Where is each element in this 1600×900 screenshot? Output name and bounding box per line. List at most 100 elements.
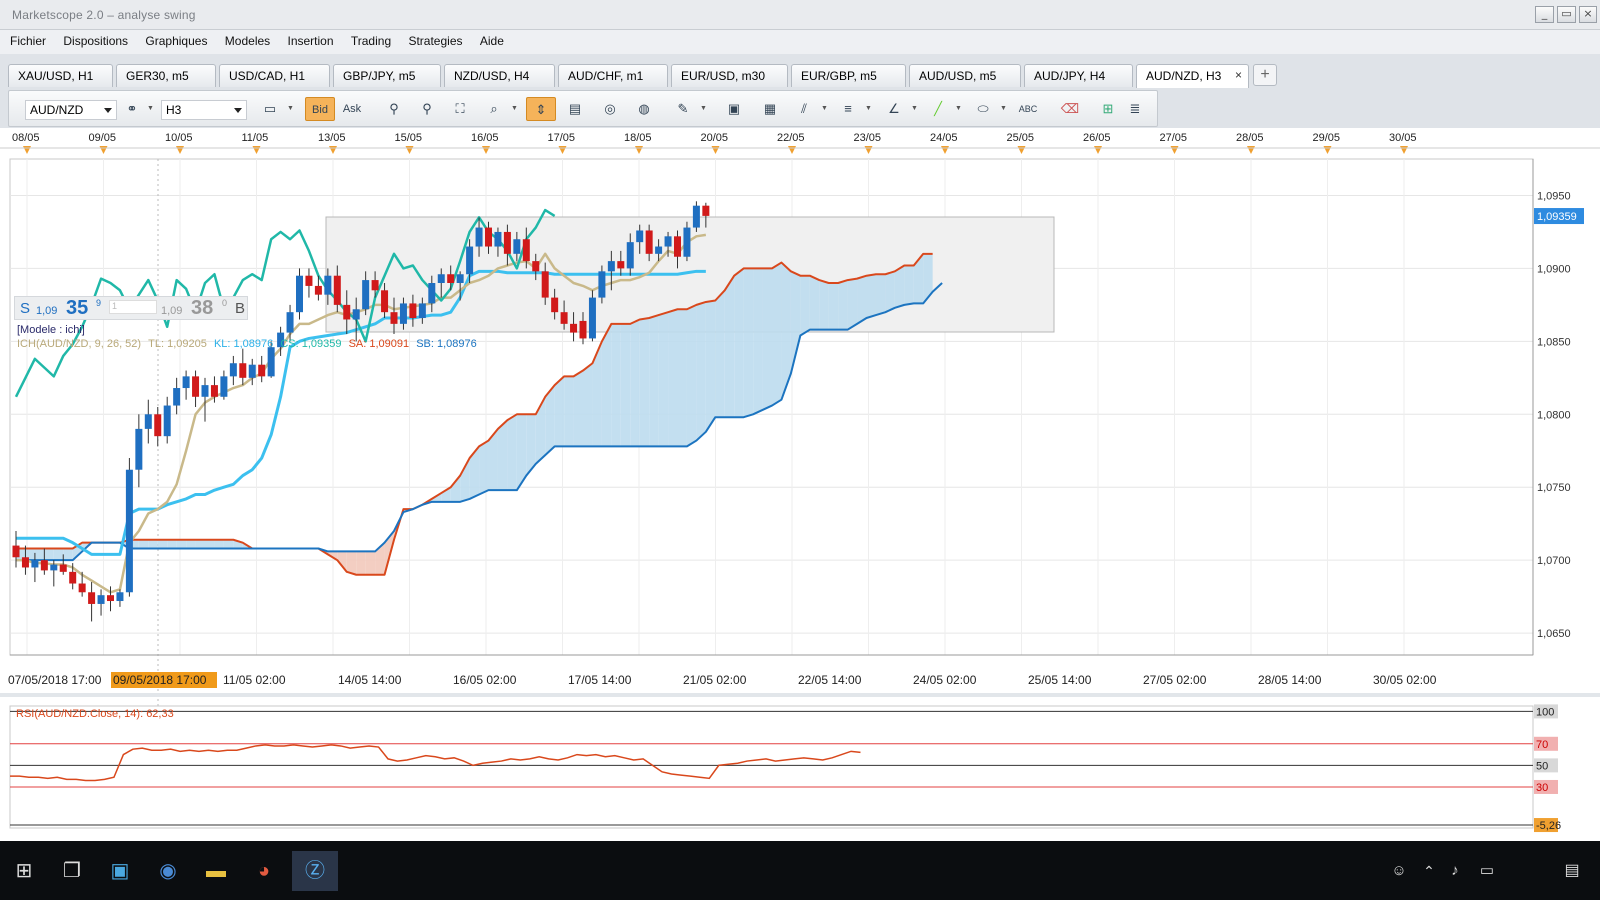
cloud-segment [828, 283, 839, 330]
rsi-level-label: 70 [1536, 739, 1548, 751]
tab-eur-gbp[interactable]: EUR/GBP, m5 [791, 64, 906, 87]
crosshair-icon[interactable]: ⇕ [526, 97, 556, 121]
top-date-label: 22/05 [777, 132, 805, 144]
minimize-button[interactable]: _ [1535, 6, 1554, 23]
spread-field[interactable]: 1 [109, 300, 157, 314]
session-marker-icon [711, 146, 720, 154]
price-chart[interactable]: 08/05 09/05 10/05 11/05 13/05 15/05 16/05 17/05… [0, 128, 1600, 841]
menu-icon[interactable]: ≣ [1127, 97, 1143, 121]
zoom-icon[interactable]: ⌕ [481, 97, 507, 121]
save-chart-icon[interactable]: ▦ [757, 97, 783, 121]
tab-aud-jpy[interactable]: AUD/JPY, H4 [1024, 64, 1133, 87]
candle-bull [97, 595, 105, 604]
tab-close-icon[interactable]: × [1235, 68, 1242, 82]
candle-bull [466, 246, 474, 275]
menu-fichier[interactable]: Fichier [4, 30, 52, 52]
cloud-segment [460, 458, 470, 502]
candle-bull [296, 275, 303, 313]
tab-aud-chf[interactable]: AUD/CHF, m1 [558, 64, 668, 87]
cloud-segment [866, 274, 876, 319]
add-tab-button[interactable]: + [1253, 64, 1277, 86]
candle-bull [494, 231, 502, 247]
link-icon[interactable]: ⚭ [119, 97, 145, 121]
cloud-segment [44, 548, 54, 561]
cloud-segment [857, 275, 867, 324]
price-axis: 1,0950 1,0900 1,0850 1,0800 1,0750 1,0700 1,06… [1532, 159, 1584, 655]
tab-nzd-usd[interactable]: NZD/USD, H4 [444, 64, 555, 87]
cloud-segment [838, 280, 848, 330]
ellipse-icon[interactable]: ⬭ [970, 97, 996, 121]
tab-usd-cad[interactable]: USD/CAD, H1 [219, 64, 330, 87]
menu-modeles[interactable]: Modeles [219, 30, 276, 52]
tab-gbp-jpy[interactable]: GBP/JPY, m5 [333, 64, 441, 87]
candle-bear [107, 595, 114, 602]
tab-label: NZD/USD, H4 [454, 69, 530, 83]
ichimoku-label[interactable]: ICH(AUD/NZD, 9, 26, 52) [17, 338, 141, 350]
candle-bull [598, 271, 606, 298]
lines-icon[interactable]: ⫽ [791, 97, 817, 121]
people-icon[interactable]: ☺ [1386, 851, 1412, 891]
cloud-segment [157, 539, 168, 549]
globe-icon[interactable]: ◍ [631, 97, 657, 121]
marketscope-taskbar-icon[interactable]: Ⓩ [292, 851, 338, 891]
notifications-icon[interactable]: ▤ [1554, 851, 1590, 891]
timeframe-select[interactable]: H3 [161, 100, 247, 120]
menu-graphiques[interactable]: Graphiques [139, 30, 213, 52]
keyboard-icon[interactable]: ▭ [1474, 851, 1500, 891]
tab-aud-nzd[interactable]: AUD/NZD, H3 × [1136, 64, 1249, 88]
menu-trading[interactable]: Trading [345, 30, 397, 52]
top-date-label: 26/05 [1083, 132, 1111, 144]
hierarchy-icon[interactable]: ⊞ [1095, 97, 1121, 121]
candle-bull [267, 347, 275, 377]
chart-type-icon[interactable]: ▭ [257, 97, 283, 121]
hlines-icon[interactable]: ≡ [835, 97, 861, 121]
oscillator-icon[interactable]: ⚲ [414, 97, 440, 121]
menu-insertion[interactable]: Insertion [282, 30, 340, 52]
maximize-button[interactable]: ▭ [1557, 6, 1576, 23]
quote-box[interactable]: S 1,09 35 9 1 1,09 38 0 B [14, 296, 248, 320]
fib-icon[interactable]: ∠ [881, 97, 907, 121]
text-icon[interactable]: ABC [1015, 97, 1041, 121]
top-date-label: 28/05 [1236, 132, 1264, 144]
tab-aud-usd[interactable]: AUD/USD, m5 [909, 64, 1021, 87]
chart-area[interactable]: 08/05 09/05 10/05 11/05 13/05 15/05 16/05 17/05… [0, 128, 1600, 841]
tab-ger30[interactable]: GER30, m5 [116, 64, 216, 87]
candle-bear [485, 227, 492, 247]
price-tick-label: 1,0850 [1537, 336, 1571, 348]
indicator-icon[interactable]: ⚲ [381, 97, 407, 121]
app-icon[interactable]: ▣ [100, 851, 140, 891]
chrome-icon[interactable]: ◕ [244, 851, 284, 891]
cloud-segment [497, 420, 508, 491]
task-view-icon[interactable]: ❐ [52, 851, 92, 891]
rsi-frame [9, 705, 1534, 829]
eye-icon[interactable]: ◎ [597, 97, 623, 121]
session-marker-icon [1247, 146, 1255, 154]
windows-start-icon[interactable]: ⊞ [4, 851, 44, 891]
trendline-icon[interactable]: ╱ [925, 97, 951, 121]
tenkan-value: TL: 1,09205 [148, 338, 207, 350]
properties-icon[interactable]: ▤ [562, 97, 588, 121]
chevron-up-icon[interactable]: ⌃ [1416, 851, 1442, 891]
candle-bear [88, 592, 96, 604]
menu-strategies[interactable]: Strategies [402, 30, 468, 52]
price-tick-label: 1,0900 [1537, 263, 1571, 275]
bid-button[interactable]: Bid [305, 97, 335, 121]
menu-dispositions[interactable]: Dispositions [57, 30, 134, 52]
tab-eur-usd[interactable]: EUR/USD, m30 [671, 64, 788, 87]
cloud-segment [715, 290, 725, 418]
ruler-icon[interactable]: ✎ [670, 97, 696, 121]
close-button[interactable]: × [1579, 6, 1597, 23]
time-tick-label: 28/05 14:00 [1258, 673, 1322, 687]
tab-xau-usd[interactable]: XAU/USD, H1 [8, 64, 113, 87]
image-icon[interactable]: ▣ [721, 97, 747, 121]
timeframe-value: H3 [166, 103, 182, 117]
instrument-select[interactable]: AUD/NZD [25, 100, 117, 120]
volume-icon[interactable]: ♪ [1442, 851, 1468, 891]
candle-bull [116, 592, 124, 602]
file-explorer-icon[interactable]: ▬ [196, 851, 236, 891]
ask-button[interactable]: Ask [339, 97, 365, 121]
eraser-icon[interactable]: ⌫ [1057, 97, 1083, 121]
signal-icon[interactable]: ⛶ [447, 97, 473, 121]
app-icon[interactable]: ◉ [148, 851, 188, 891]
menu-aide[interactable]: Aide [474, 30, 510, 52]
